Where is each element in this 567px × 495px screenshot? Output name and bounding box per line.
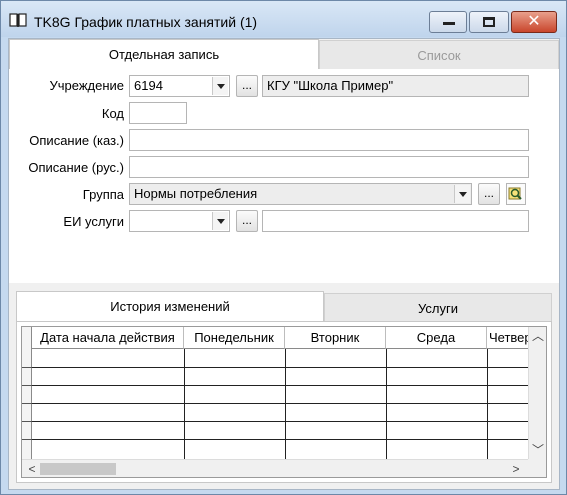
chevron-down-icon[interactable] (212, 77, 228, 95)
desc-kaz-label: Описание (каз.) (29, 133, 124, 148)
chevron-up-icon[interactable]: ︿ (529, 327, 546, 345)
minimize-icon (443, 22, 455, 25)
scroll-corner (528, 459, 546, 477)
chevron-down-icon[interactable]: ﹀ (529, 441, 546, 459)
group-lookup-button[interactable]: ... (478, 183, 500, 205)
tab-services[interactable]: Услуги (324, 293, 552, 323)
maximize-icon (483, 17, 495, 27)
minimize-button[interactable] (429, 11, 467, 33)
code-label: Код (101, 106, 124, 121)
code-field[interactable] (129, 102, 187, 124)
column-header-wednesday[interactable]: Среда (386, 327, 487, 349)
tab-single-record[interactable]: Отдельная запись (9, 39, 319, 69)
row-header-column[interactable] (22, 327, 32, 459)
chevron-down-icon[interactable] (212, 212, 228, 230)
unit-name-field (262, 210, 529, 232)
chevron-down-icon[interactable] (454, 185, 470, 203)
desc-kaz-field[interactable] (129, 129, 529, 151)
table-row[interactable] (32, 403, 528, 404)
close-button[interactable]: ✕ (511, 11, 557, 33)
close-icon: ✕ (527, 13, 541, 30)
unit-combo[interactable] (129, 210, 230, 232)
client-area: Отдельная запись Список Учреждение 6194 … (8, 38, 560, 490)
group-label: Группа (82, 187, 124, 202)
table-row[interactable] (32, 367, 528, 368)
maximize-button[interactable] (469, 11, 509, 33)
search-icon (508, 187, 522, 200)
group-combo[interactable]: Нормы потребления (129, 183, 472, 205)
column-header-monday[interactable]: Понедельник (184, 327, 285, 349)
search-button[interactable] (506, 183, 526, 205)
record-form: Учреждение 6194 ... КГУ "Школа Пример" К… (9, 69, 559, 283)
institution-label: Учреждение (49, 78, 124, 93)
table-row[interactable] (32, 421, 528, 422)
table-row[interactable] (32, 439, 528, 440)
chevron-right-icon[interactable]: > (508, 460, 524, 477)
app-window: TK8G График платных занятий (1) ✕ Отдель… (0, 0, 567, 495)
institution-name-field: КГУ "Школа Пример" (262, 75, 529, 97)
vertical-scrollbar[interactable]: ︿ ﹀ (528, 327, 546, 459)
institution-code-combo[interactable]: 6194 (129, 75, 230, 97)
tab-change-history[interactable]: История изменений (16, 291, 324, 321)
institution-code-value: 6194 (134, 78, 163, 93)
column-header-thursday[interactable]: Четверг (487, 327, 528, 349)
desc-rus-label: Описание (рус.) (28, 160, 124, 175)
window-title: TK8G График платных занятий (1) (34, 14, 258, 30)
desc-rus-field[interactable] (129, 156, 529, 178)
unit-lookup-button[interactable]: ... (236, 210, 258, 232)
title-bar[interactable]: TK8G График платных занятий (1) ✕ (1, 1, 566, 37)
column-header-tuesday[interactable]: Вторник (285, 327, 386, 349)
tab-list[interactable]: Список (319, 40, 559, 70)
group-value: Нормы потребления (134, 186, 258, 201)
horizontal-scrollbar[interactable]: < > (22, 459, 528, 477)
book-icon (9, 13, 27, 27)
institution-lookup-button[interactable]: ... (236, 75, 258, 97)
column-header-start-date[interactable]: Дата начала действия (32, 327, 184, 349)
scroll-thumb[interactable] (40, 463, 116, 475)
unit-label: ЕИ услуги (63, 214, 124, 229)
chevron-left-icon[interactable]: < (24, 460, 40, 477)
table-row[interactable] (32, 385, 528, 386)
history-grid[interactable]: Дата начала действия Понедельник Вторник… (21, 326, 547, 478)
history-panel: Дата начала действия Понедельник Вторник… (16, 321, 552, 483)
